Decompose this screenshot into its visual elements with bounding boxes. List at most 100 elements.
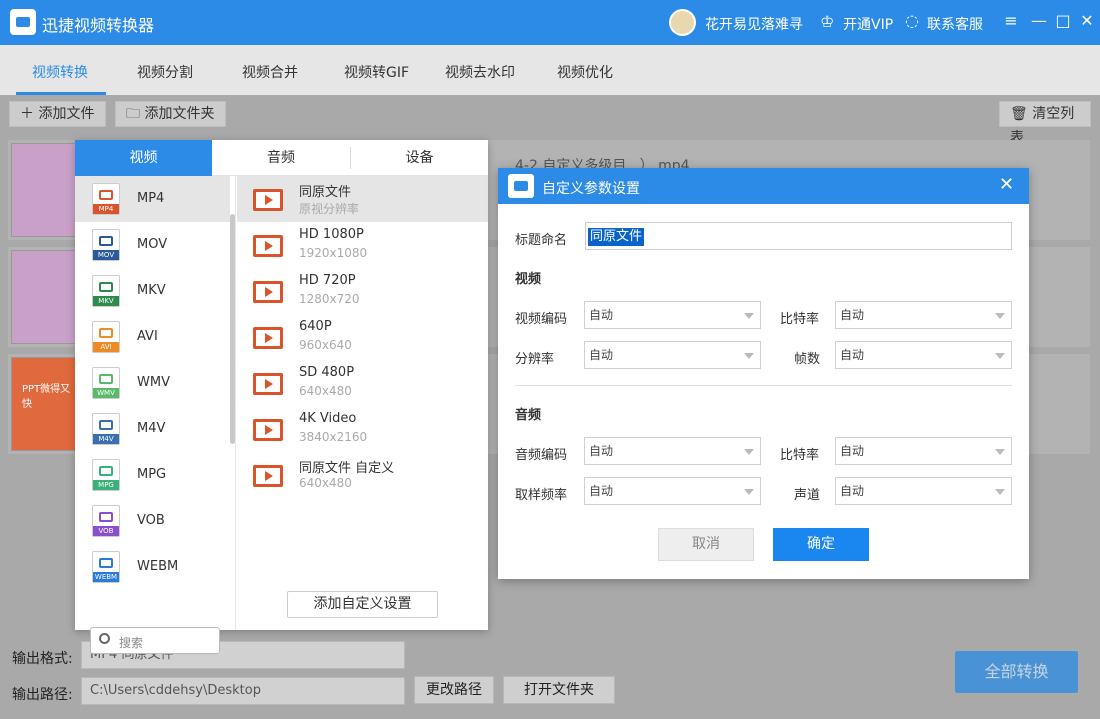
- samplerate-label: 取样频率: [515, 488, 568, 503]
- ok-button[interactable]: 确定: [773, 528, 869, 561]
- chat-icon[interactable]: ◌: [905, 11, 919, 30]
- format-item-mp4[interactable]: MP4 MP4: [75, 176, 230, 222]
- video-play-icon: [253, 419, 283, 441]
- change-path-button[interactable]: 更改路径: [414, 676, 494, 704]
- tab-video-merge[interactable]: 视频合并: [242, 62, 298, 82]
- video-codec-label: 视频编码: [515, 312, 568, 327]
- tab-remove-watermark[interactable]: 视频去水印: [445, 62, 515, 82]
- add-file-button[interactable]: ＋ 添加文件: [9, 101, 106, 127]
- tab-video-convert[interactable]: 视频转换: [32, 62, 88, 82]
- audio-codec-select[interactable]: 自动: [584, 437, 761, 465]
- format-item-mpg[interactable]: MPG MPG: [75, 452, 230, 498]
- format-item-mov[interactable]: MOV MOV: [75, 222, 230, 268]
- channel-select[interactable]: 自动: [835, 477, 1012, 505]
- format-search-input[interactable]: 搜索: [90, 627, 220, 654]
- add-custom-setting-button[interactable]: 添加自定义设置: [287, 591, 438, 618]
- samplerate-select[interactable]: 自动: [584, 477, 761, 505]
- camera-glyph: [99, 328, 113, 338]
- tab-video-split[interactable]: 视频分割: [137, 62, 193, 82]
- format-item-m4v[interactable]: M4V M4V: [75, 406, 230, 452]
- title-name-label: 标题命名: [515, 233, 568, 248]
- title-bar: 迅捷视频转换器 花开易见落难寻 ♔ 开通VIP ◌ 联系客服 ≡ — □ ✕: [0, 0, 1100, 45]
- open-folder-button[interactable]: 打开文件夹: [503, 676, 615, 704]
- format-label: WMV: [137, 375, 170, 390]
- video-play-icon: [253, 327, 283, 349]
- framerate-select[interactable]: 自动: [835, 341, 1012, 369]
- preset-name: SD 480P: [299, 365, 355, 380]
- menu-icon[interactable]: ≡: [1000, 10, 1022, 32]
- preset-item[interactable]: 640P 960x640: [237, 314, 488, 360]
- preset-resolution: 960x640: [299, 338, 352, 352]
- close-button[interactable]: ✕: [1076, 10, 1098, 32]
- preset-name: HD 720P: [299, 273, 356, 288]
- audio-bitrate-select[interactable]: 自动: [835, 437, 1012, 465]
- video-bitrate-select[interactable]: 自动: [835, 301, 1012, 329]
- preset-resolution: 640x480: [299, 476, 352, 490]
- video-play-icon: [253, 373, 283, 395]
- format-tag: MPG: [93, 480, 119, 490]
- video-codec-select[interactable]: 自动: [584, 301, 761, 329]
- scrollbar-thumb[interactable]: [230, 214, 235, 444]
- preset-item[interactable]: 同原文件 原视分辨率: [237, 176, 488, 222]
- preset-item[interactable]: SD 480P 640x480: [237, 360, 488, 406]
- preset-item[interactable]: 4K Video 3840x2160: [237, 406, 488, 452]
- format-tag: WEBM: [93, 572, 119, 582]
- camera-glyph: [99, 466, 113, 476]
- format-item-mkv[interactable]: MKV MKV: [75, 268, 230, 314]
- tab-video[interactable]: 视频: [75, 140, 212, 176]
- resolution-select[interactable]: 自动: [584, 341, 761, 369]
- format-label: AVI: [137, 329, 158, 344]
- format-item-vob[interactable]: VOB VOB: [75, 498, 230, 544]
- format-label: MKV: [137, 283, 166, 298]
- preset-name: 4K Video: [299, 411, 357, 426]
- preset-item[interactable]: 同原文件 自定义 640x480: [237, 452, 488, 498]
- video-play-icon: [253, 465, 283, 487]
- preset-name: 同原文件 自定义: [299, 461, 395, 476]
- preset-name: 640P: [299, 319, 332, 334]
- main-tabs: 视频转换 视频分割 视频合并 视频转GIF 视频去水印 视频优化: [0, 45, 1100, 95]
- output-path-input[interactable]: C:\Users\cddehsy\Desktop: [81, 677, 405, 705]
- tab-audio[interactable]: 音频: [212, 140, 350, 176]
- video-file-icon: AVI: [92, 321, 120, 353]
- customer-service-link[interactable]: 联系客服: [927, 14, 983, 34]
- preset-item[interactable]: HD 1080P 1920x1080: [237, 222, 488, 268]
- convert-all-button[interactable]: 全部转换: [955, 651, 1078, 693]
- camera-glyph: [99, 374, 113, 384]
- cancel-button[interactable]: 取消: [658, 528, 754, 561]
- camera-glyph: [99, 558, 113, 568]
- format-item-wmv[interactable]: WMV WMV: [75, 360, 230, 406]
- minimize-button[interactable]: —: [1028, 10, 1050, 32]
- format-tag: WMV: [93, 388, 119, 398]
- add-folder-button[interactable]: 🗀 添加文件夹: [115, 101, 226, 127]
- maximize-button[interactable]: □: [1052, 10, 1074, 32]
- video-section-title: 视频: [515, 272, 542, 287]
- format-tag: MOV: [93, 250, 119, 260]
- preset-name: HD 1080P: [299, 227, 364, 242]
- format-tag: MP4: [93, 204, 119, 214]
- format-item-avi[interactable]: AVI AVI: [75, 314, 230, 360]
- video-file-icon: WEBM: [92, 551, 120, 583]
- format-item-webm[interactable]: WEBM WEBM: [75, 544, 230, 590]
- close-icon[interactable]: ✕: [999, 174, 1014, 195]
- video-file-icon: MP4: [92, 183, 120, 215]
- app-title: 迅捷视频转换器: [42, 16, 155, 35]
- crown-icon[interactable]: ♔: [820, 12, 834, 31]
- format-tabs: 视频 音频 设备: [75, 140, 488, 176]
- username[interactable]: 花开易见落难寻: [705, 14, 803, 34]
- format-panel: 视频 音频 设备 MP4 MP4 MOV MOV MKV MKV AVI AVI WMV WMV M…: [75, 140, 488, 654]
- dialog-header: 自定义参数设置 ✕: [498, 168, 1029, 204]
- user-avatar[interactable]: [669, 9, 696, 36]
- output-path-label: 输出路径:: [12, 687, 73, 703]
- channel-label: 声道: [794, 488, 821, 503]
- vip-link[interactable]: 开通VIP: [843, 14, 893, 34]
- preset-item[interactable]: HD 720P 1280x720: [237, 268, 488, 314]
- tab-device[interactable]: 设备: [351, 140, 488, 176]
- clear-list-button[interactable]: 🗑 清空列表: [999, 101, 1091, 146]
- preset-name: 同原文件: [299, 185, 352, 200]
- tab-video-to-gif[interactable]: 视频转GIF: [344, 62, 409, 82]
- tab-video-optimize[interactable]: 视频优化: [557, 62, 613, 82]
- video-thumbnail: [11, 250, 76, 344]
- title-name-input[interactable]: 同原文件: [585, 222, 1012, 250]
- video-file-icon: M4V: [92, 413, 120, 445]
- format-tag: VOB: [93, 526, 119, 536]
